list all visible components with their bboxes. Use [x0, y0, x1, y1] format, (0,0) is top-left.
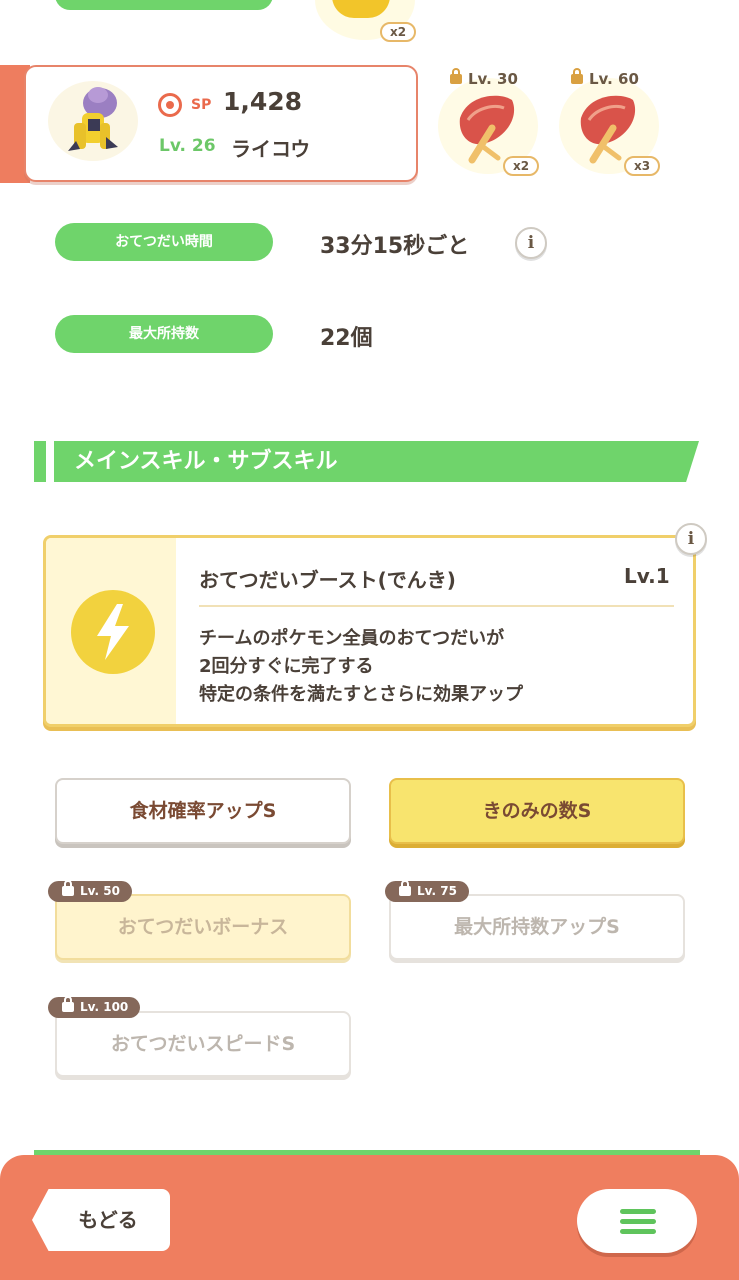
main-skill-level: Lv.1 [624, 564, 670, 588]
main-skill-name: おてつだいブースト(でんき) [199, 568, 456, 592]
pokemon-level: Lv. 26 [159, 136, 216, 156]
stat-value-max-carry: 22個 [320, 326, 373, 351]
stat-label-max-carry: 最大所持数 [55, 315, 273, 353]
divider [199, 605, 674, 607]
subskill-inventory-up[interactable]: 最大所持数アップS [389, 894, 685, 960]
main-skill-desc-line: 2回分すぐに完了する [199, 656, 374, 677]
section-header-accent [34, 441, 46, 482]
menu-button[interactable] [577, 1189, 697, 1253]
section-title: メインスキル・サブスキル [54, 441, 699, 482]
sp-pokeball-icon [158, 93, 182, 117]
main-skill-desc-line: チームのポケモン全員のおてつだいが [199, 628, 505, 649]
back-button[interactable]: もどる [32, 1189, 170, 1251]
qty-badge: x2 [503, 156, 539, 176]
subskill-lock-tag: Lv. 75 [385, 879, 469, 902]
lock-icon [62, 995, 74, 1012]
subskill-lock-tag: Lv. 100 [48, 995, 141, 1018]
sp-label: SP [191, 97, 212, 113]
info-icon[interactable]: i [675, 523, 707, 555]
slot-lock-label: Lv. 30 [450, 67, 518, 88]
pokemon-name: ライコウ [231, 137, 311, 161]
partial-green-pill [55, 0, 273, 10]
stat-label-help-time: おてつだい時間 [55, 223, 273, 261]
qty-badge: x3 [624, 156, 660, 176]
lock-icon [571, 67, 583, 84]
pokemon-card[interactable]: SP 1,428 Lv. 26 ライコウ [24, 65, 418, 182]
slot-lock-label: Lv. 60 [571, 67, 639, 88]
main-skill-card[interactable]: おてつだいブースト(でんき) Lv.1 チームのポケモン全員のおてつだいが 2回… [43, 535, 696, 727]
lock-icon [62, 879, 74, 896]
subskill-berry-finding[interactable]: きのみの数S [389, 778, 685, 844]
subskill-lock-tag: Lv. 50 [48, 879, 132, 902]
subskill-helping-bonus[interactable]: おてつだいボーナス [55, 894, 351, 960]
subskill-helping-speed[interactable]: おてつだいスピードS [55, 1011, 351, 1077]
raikou-icon [68, 87, 118, 151]
sp-value: 1,428 [223, 87, 303, 116]
subskill-ingredient-finder[interactable]: 食材確率アップS [55, 778, 351, 844]
qty-badge: x2 [380, 22, 416, 42]
pokemon-portrait [48, 81, 138, 161]
lock-icon [450, 67, 462, 84]
lightning-bolt-icon [71, 590, 155, 674]
info-icon[interactable]: i [515, 227, 547, 259]
lock-icon [399, 879, 411, 896]
main-skill-desc-line: 特定の条件を満たすとさらに効果アップ [199, 684, 523, 705]
stat-value-help-time: 33分15秒ごと [320, 234, 470, 259]
